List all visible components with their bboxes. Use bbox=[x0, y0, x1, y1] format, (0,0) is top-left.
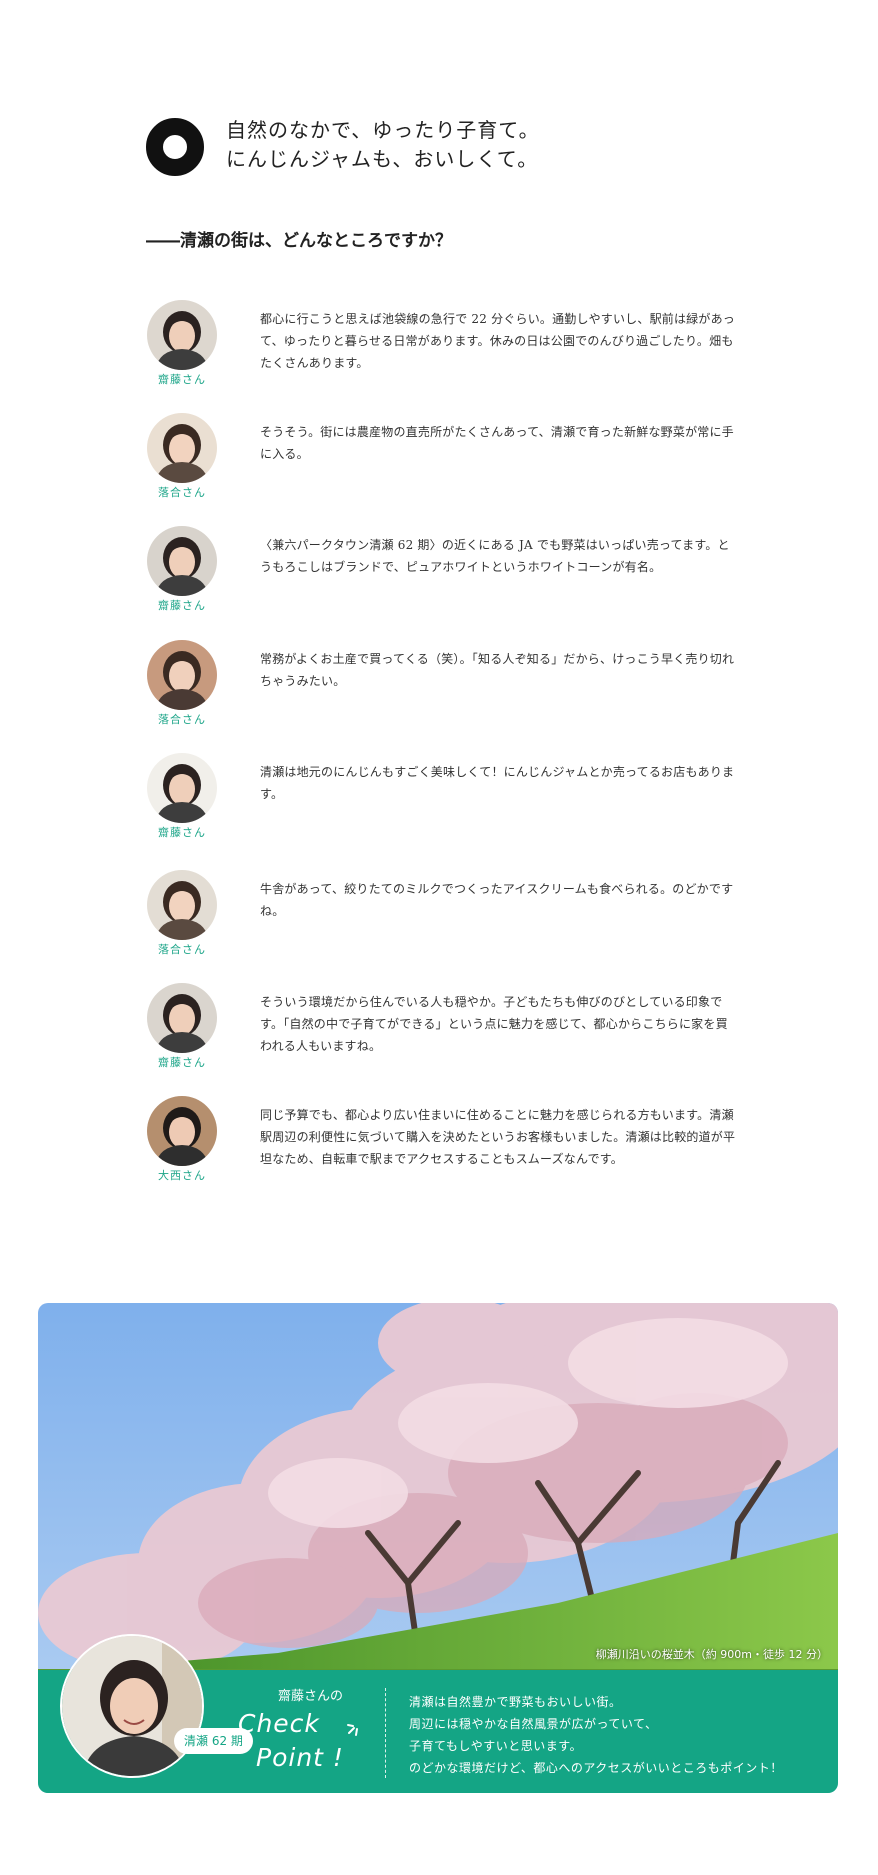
checkpoint-name: 齋藤さんの bbox=[278, 1689, 344, 1704]
section-title-line-2: にんじんジャムも、おいしくて。 bbox=[226, 147, 539, 171]
speech-text: そういう環境だから住んでいる人も穏やか。子どもたちも伸びのびとしている印象です。… bbox=[260, 995, 728, 1053]
checkpoint-line-2: 周辺には穏やかな自然風景が広がっていて、 bbox=[409, 1717, 658, 1731]
speaker-name: 齋藤さん bbox=[158, 1056, 206, 1069]
checkpoint-divider bbox=[385, 1688, 386, 1778]
interview-question: ――清瀬の街は、どんなところですか？ bbox=[146, 231, 452, 251]
photo-caption: 柳瀬川沿いの桜並木（約 900m・徒歩 12 分） bbox=[595, 1648, 828, 1661]
speaker-avatar bbox=[147, 526, 217, 596]
checkpoint-line-1: 清瀬は自然豊かで野菜もおいしい街。 bbox=[409, 1695, 622, 1709]
speaker-block: 大西さん bbox=[146, 1096, 218, 1183]
speaker-avatar bbox=[147, 870, 217, 940]
speaker-block: 落合さん bbox=[146, 413, 218, 500]
checkpoint-line-4: のどかな環境だけど、都心へのアクセスがいいところもポイント！ bbox=[409, 1761, 783, 1775]
speaker-block: 落合さん bbox=[146, 640, 218, 727]
sparkle-icon bbox=[347, 1724, 358, 1736]
speaker-name: 大西さん bbox=[158, 1169, 206, 1182]
checkpoint-check: Check bbox=[238, 1709, 320, 1738]
speaker-avatar bbox=[147, 640, 217, 710]
speaker-name: 落合さん bbox=[158, 943, 206, 956]
checkpoint-block: 柳瀬川沿いの桜並木（約 900m・徒歩 12 分） 清瀬 62 期 齋藤さんの … bbox=[38, 1303, 838, 1793]
checkpoint-line-3: 子育てもしやすいと思います。 bbox=[409, 1739, 583, 1753]
section-title-line-1: 自然のなかで、ゆったり子育て。 bbox=[226, 118, 540, 142]
speech-text: 常務がよくお土産で買ってくる（笑）。「知る人ぞ知る」だから、けっこう早く売り切れ… bbox=[260, 652, 735, 688]
section-title: 自然のなかで、ゆったり子育て。 にんじんジャムも、おいしくて。 bbox=[226, 116, 540, 174]
speech-text: 牛舎があって、絞りたてのミルクでつくったアイスクリームも食べられる。のどかですね… bbox=[260, 882, 734, 918]
speaker-avatar bbox=[147, 413, 217, 483]
speaker-block: 齋藤さん bbox=[146, 526, 218, 613]
speech-text: 清瀬は地元のにんじんもすごく美味しくて！にんじんジャムとか売ってるお店もあります… bbox=[260, 765, 735, 801]
speaker-block: 齋藤さん bbox=[146, 983, 218, 1070]
speaker-avatar bbox=[147, 983, 217, 1053]
speaker-name: 落合さん bbox=[158, 486, 206, 499]
speaker-avatar bbox=[147, 1096, 217, 1166]
speaker-name: 落合さん bbox=[158, 713, 206, 726]
speaker-block: 落合さん bbox=[146, 870, 218, 957]
speech-text: 〈兼六パークタウン清瀬 62 期〉の近くにある JA でも野菜はいっぱい売ってま… bbox=[260, 538, 730, 574]
speaker-block: 齋藤さん bbox=[146, 300, 218, 387]
speaker-block: 齋藤さん bbox=[146, 753, 218, 840]
speaker-name: 齋藤さん bbox=[158, 826, 206, 839]
speech-text: 都心に行こうと思えば池袋線の急行で 22 分ぐらい。通勤しやすいし、駅前は緑があ… bbox=[260, 312, 735, 370]
section-heading: 自然のなかで、ゆったり子育て。 にんじんジャムも、おいしくて。 bbox=[146, 116, 746, 176]
speech-text: 同じ予算でも、都心より広い住まいに住めることに魅力を感じられる方もいます。清瀬駅… bbox=[260, 1108, 736, 1166]
speaker-name: 齋藤さん bbox=[158, 599, 206, 612]
checkpoint-text: 清瀬は自然豊かで野菜もおいしい街。 周辺には穏やかな自然風景が広がっていて、 子… bbox=[409, 1691, 783, 1779]
checkpoint-point: Point ! bbox=[256, 1743, 344, 1772]
speech-text: そうそう。街には農産物の直売所がたくさんあって、清瀬で育った新鮮な野菜が常に手に… bbox=[260, 425, 734, 461]
speaker-name: 齋藤さん bbox=[158, 373, 206, 386]
speaker-avatar bbox=[147, 753, 217, 823]
speaker-avatar bbox=[147, 300, 217, 370]
saito-portrait bbox=[60, 1634, 204, 1778]
circle-bullet-icon bbox=[146, 118, 204, 176]
